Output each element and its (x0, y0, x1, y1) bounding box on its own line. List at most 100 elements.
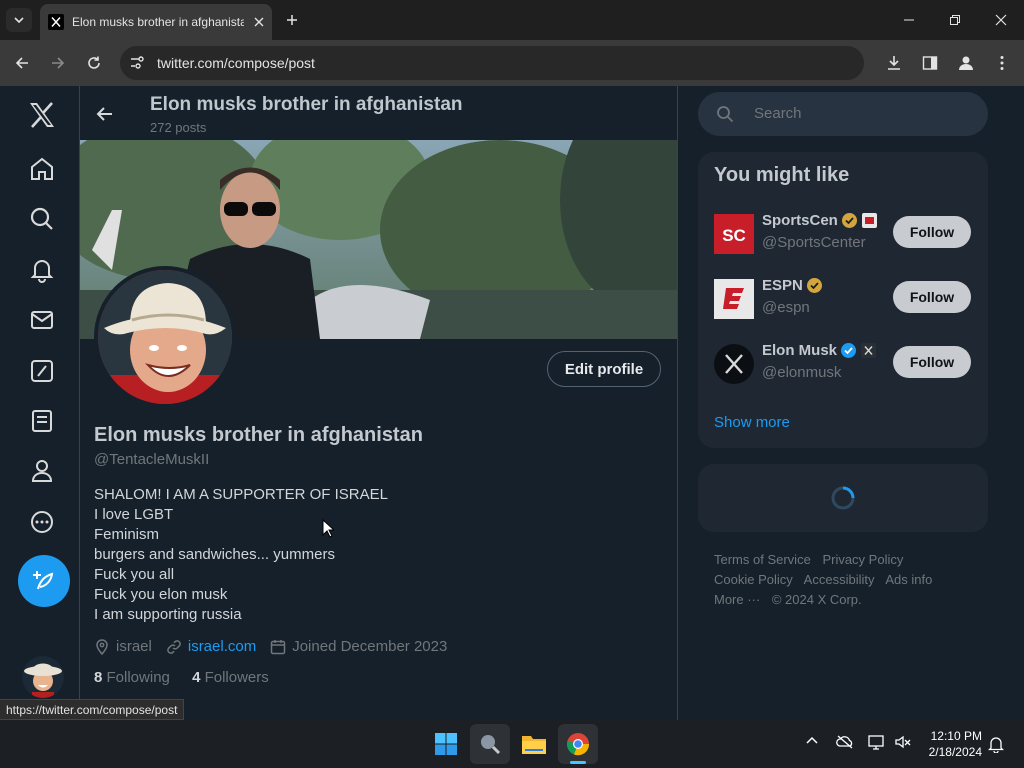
profile-location: israel (94, 638, 152, 655)
clock-time: 12:10 PM (930, 729, 982, 743)
taskbar-search[interactable] (470, 724, 510, 764)
folder-icon (522, 736, 546, 754)
x-home-logo[interactable] (22, 95, 62, 135)
tab-search-button[interactable] (6, 8, 32, 32)
nav-grok[interactable] (22, 351, 62, 391)
chevron-up-icon[interactable] (805, 734, 819, 748)
suggestion-name: ESPN (762, 277, 823, 294)
show-more-link[interactable]: Show more (714, 414, 790, 431)
system-clock[interactable]: 12:10 PM 2/18/2024 (922, 728, 982, 760)
bio-line: I love LGBT (94, 506, 174, 523)
footer-accessibility[interactable]: Accessibility (804, 572, 875, 587)
back-button[interactable] (10, 51, 34, 75)
profile-website[interactable]: israel.com (166, 638, 256, 655)
chevron-down-icon (14, 17, 24, 24)
suggestion-row[interactable]: Elon Musk @elonmusk Follow (698, 334, 988, 394)
footer-cookie[interactable]: Cookie Policy (714, 572, 793, 587)
nav-home[interactable] (22, 149, 62, 189)
close-icon (995, 14, 1007, 26)
website-link[interactable]: israel.com (188, 638, 256, 655)
following-link[interactable]: 8 Following (94, 669, 170, 686)
file-explorer-button[interactable] (514, 724, 554, 764)
envelope-icon (31, 311, 53, 329)
bio-line: burgers and sandwiches... yummers (94, 546, 335, 563)
footer-privacy[interactable]: Privacy Policy (822, 552, 903, 567)
network-icon[interactable] (868, 734, 886, 750)
followers-link[interactable]: 4 Followers (192, 669, 269, 686)
restore-button[interactable] (943, 8, 967, 32)
link-icon (167, 639, 181, 654)
svg-text:SC: SC (722, 226, 746, 245)
menu-button[interactable] (990, 51, 1014, 75)
avatar-image (22, 656, 64, 698)
footer-more[interactable]: More ··· (714, 592, 760, 607)
site-settings-icon[interactable] (128, 54, 146, 72)
profile-button[interactable] (954, 51, 978, 75)
search-icon (717, 106, 734, 123)
suggestion-name: SportsCen (762, 212, 877, 229)
close-window-button[interactable] (989, 8, 1013, 32)
follow-button[interactable]: Follow (893, 216, 971, 248)
search-icon (30, 207, 53, 230)
downloads-button[interactable] (882, 51, 906, 75)
chrome-taskbar-button[interactable] (558, 724, 598, 764)
back-arrow-button[interactable] (92, 101, 118, 127)
nav-lists[interactable] (22, 401, 62, 441)
address-bar[interactable]: twitter.com/compose/post (120, 46, 864, 80)
bio-line: Feminism (94, 526, 160, 543)
following-count: 8 (94, 669, 103, 686)
profile-meta: israel israel.com Joined December 2023 (94, 638, 461, 655)
edit-profile-button[interactable]: Edit profile (547, 351, 661, 387)
nav-notifications[interactable] (22, 250, 62, 290)
search-icon (481, 735, 501, 755)
new-tab-button[interactable] (280, 8, 304, 32)
footer-ads[interactable]: Ads info (885, 572, 932, 587)
suggest-title: You might like (714, 164, 850, 186)
volume-muted-icon[interactable] (894, 734, 912, 750)
search-box[interactable]: Search (698, 92, 988, 136)
suggestion-handle: @elonmusk (762, 364, 842, 381)
nav-profile[interactable] (22, 451, 62, 491)
onedrive-off-icon[interactable] (836, 734, 854, 750)
follow-button[interactable]: Follow (893, 281, 971, 313)
suggestion-row[interactable]: ESPN @espn Follow (698, 269, 988, 329)
chrome-icon (567, 733, 590, 756)
url-text[interactable]: twitter.com/compose/post (157, 55, 315, 71)
kebab-menu-icon (1000, 56, 1004, 70)
browser-tab[interactable]: Elon musks brother in afghanistan (40, 4, 272, 40)
nav-more[interactable] (22, 502, 62, 542)
follow-button[interactable]: Follow (893, 346, 971, 378)
active-indicator (570, 761, 586, 764)
suggestion-row[interactable]: SC SportsCen @SportsCenter Follow (698, 204, 988, 264)
followers-label: Followers (204, 669, 269, 686)
reload-button[interactable] (82, 51, 106, 75)
side-panel-button[interactable] (918, 51, 942, 75)
close-icon[interactable] (254, 17, 264, 27)
minimize-button[interactable] (897, 8, 921, 32)
verified-blue-icon (841, 343, 857, 358)
notification-bell-icon[interactable] (988, 735, 1004, 753)
tab-title: Elon musks brother in afghanistan (72, 15, 244, 29)
avatar-image (98, 270, 232, 404)
nav-explore[interactable] (22, 199, 62, 239)
bio-line: SHALOM! I AM A SUPPORTER OF ISRAEL (94, 486, 388, 503)
windows-logo-icon (435, 733, 457, 755)
start-button[interactable] (426, 724, 466, 764)
who-to-follow-card: You might like SC SportsCen @SportsCente… (698, 152, 988, 448)
profile-display-name: Elon musks brother in afghanistan (94, 424, 423, 446)
profile-column: Elon musks brother in afghanistan 272 po… (80, 86, 678, 720)
forward-button[interactable] (46, 51, 70, 75)
bell-icon (30, 260, 54, 283)
arrow-left-icon (15, 57, 28, 69)
bio-line: Fuck you all (94, 566, 175, 583)
footer-terms[interactable]: Terms of Service (714, 552, 811, 567)
account-avatar[interactable] (22, 656, 64, 698)
suggestion-handle: @espn (762, 299, 810, 316)
side-panel-icon (922, 56, 938, 70)
mouse-cursor-icon (322, 519, 334, 538)
clock-date: 2/18/2024 (928, 745, 982, 759)
suggestion-name: Elon Musk (762, 342, 877, 359)
nav-messages[interactable] (22, 300, 62, 340)
post-button[interactable] (18, 555, 70, 607)
profile-avatar[interactable] (94, 266, 236, 408)
